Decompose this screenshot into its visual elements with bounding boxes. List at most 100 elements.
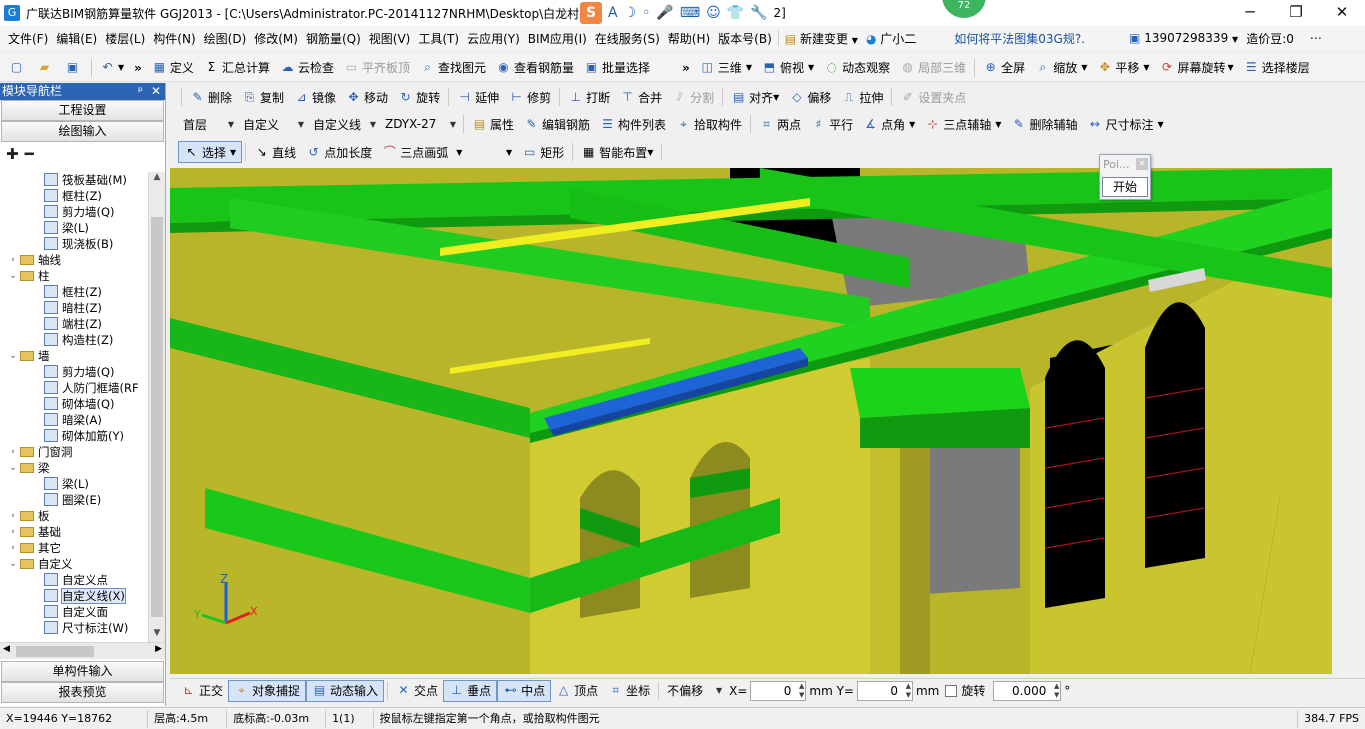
- toolbar-item-rotate-screen[interactable]: ⟳ 屏幕旋转 ▼: [1155, 57, 1239, 79]
- toolbar-item-fullscreen[interactable]: ⊕ 全屏: [978, 57, 1030, 79]
- single-component-input-button[interactable]: 单构件输入: [1, 661, 164, 682]
- mirror-button[interactable]: ⊿ 镜像: [289, 86, 341, 108]
- parallel-axis-button[interactable]: ♯ 平行: [806, 113, 858, 135]
- trim-button[interactable]: ⊢ 修剪: [504, 86, 556, 108]
- tree-item[interactable]: 筏板基础(M): [0, 172, 148, 188]
- toolbar-item-zoom[interactable]: ⌕ 缩放 ▼: [1030, 57, 1092, 79]
- overflow-chevron[interactable]: »: [677, 57, 695, 79]
- tree-item[interactable]: 剪力墙(Q): [0, 364, 148, 380]
- tree-item[interactable]: 尺寸标注(W): [0, 620, 148, 636]
- toolbar-item-view-rebar[interactable]: ◉ 查看钢筋量: [491, 57, 579, 79]
- tree-folder[interactable]: › 门窗洞: [0, 444, 148, 460]
- menu-tools[interactable]: 工具(T): [414, 30, 463, 47]
- maximize-button[interactable]: ❐: [1273, 0, 1319, 26]
- tree-item[interactable]: 暗梁(A): [0, 412, 148, 428]
- scroll-up-icon[interactable]: ▲: [149, 172, 165, 186]
- close-icon[interactable]: ✕: [151, 83, 161, 100]
- tab-project-settings[interactable]: 工程设置: [1, 100, 164, 121]
- rotate-button[interactable]: ↻ 旋转: [393, 86, 445, 108]
- save-button[interactable]: ▣: [60, 57, 88, 79]
- expand-chevron-icon[interactable]: ›: [8, 252, 18, 268]
- ime-moon-icon[interactable]: ☽: [624, 5, 637, 21]
- tree-folder[interactable]: ⌄ 墙: [0, 348, 148, 364]
- menu-version[interactable]: 版本号(B): [714, 30, 776, 47]
- 3d-viewport[interactable]: Z X Y: [170, 168, 1332, 674]
- category-select[interactable]: 自定义 ▼: [238, 114, 308, 134]
- edit-rebar-button[interactable]: ✎ 编辑钢筋: [519, 113, 595, 135]
- close-button[interactable]: ✕: [1319, 0, 1365, 26]
- dynamic-input-toggle[interactable]: ▤ 动态输入: [306, 679, 385, 702]
- delete-button[interactable]: ✎ 删除: [185, 86, 237, 108]
- start-button[interactable]: 开始: [1102, 177, 1148, 197]
- tab-drawing-input[interactable]: 绘图输入: [1, 121, 164, 142]
- menu-rebar[interactable]: 钢筋量(Q): [302, 30, 365, 47]
- offset-mode-select[interactable]: 不偏移 ▼: [662, 681, 726, 701]
- two-point-axis-button[interactable]: ⌗ 两点: [754, 113, 806, 135]
- vertex-snap-toggle[interactable]: △ 顶点: [551, 680, 603, 702]
- new-file-button[interactable]: ▢: [4, 57, 32, 79]
- properties-button[interactable]: ▤ 属性: [467, 113, 519, 135]
- move-button[interactable]: ✥ 移动: [341, 86, 393, 108]
- score-badge[interactable]: 72: [942, 0, 986, 18]
- spinner-icon[interactable]: ▲ ▼: [906, 682, 911, 700]
- x-offset-input[interactable]: 0 ▲ ▼: [750, 680, 807, 701]
- collapse-chevron-icon[interactable]: ⌄: [8, 460, 18, 476]
- menu-file[interactable]: 文件(F): [4, 30, 52, 47]
- copy-button[interactable]: ⎘ 复制: [237, 86, 289, 108]
- undo-button[interactable]: ↶ ▼: [95, 57, 129, 79]
- scroll-down-icon[interactable]: ▼: [149, 628, 165, 642]
- ortho-toggle[interactable]: ⊾ 正交: [176, 680, 228, 702]
- tree-item[interactable]: 现浇板(B): [0, 236, 148, 252]
- toolbar-item-batch-select[interactable]: ▣ 批量选择: [579, 57, 655, 79]
- pin-icon[interactable]: ᵖ: [138, 83, 143, 100]
- collapse-chevron-icon[interactable]: ⌄: [8, 268, 18, 284]
- scroll-right-icon[interactable]: ▶: [155, 644, 162, 654]
- rotate-angle-input[interactable]: 0.000 ▲ ▼: [993, 680, 1062, 701]
- toolbar-item-top-view[interactable]: ⬒ 俯视 ▼: [757, 57, 819, 79]
- tree-item[interactable]: 圈梁(E): [0, 492, 148, 508]
- menu-cloud[interactable]: 云应用(Y): [463, 30, 524, 47]
- tree-item[interactable]: 自定义线(X): [0, 588, 148, 604]
- ime-toolbar[interactable]: S A ☽ ◦ 🎤 ⌨ ☺ 👕 🔧 2]: [580, 2, 786, 24]
- midpoint-snap-toggle[interactable]: ⊷ 中点: [497, 679, 552, 702]
- ime-mode-icon[interactable]: A: [608, 5, 618, 21]
- toolbar-item-cloud-check[interactable]: ☁ 云检查: [275, 57, 339, 79]
- coordinate-snap-toggle[interactable]: ⌗ 坐标: [603, 680, 655, 702]
- scroll-thumb[interactable]: [16, 646, 94, 657]
- tree-horizontal-scrollbar[interactable]: ◀ ▶: [0, 642, 165, 659]
- 3d-model-view[interactable]: Z X Y: [170, 168, 1332, 674]
- component-list-button[interactable]: ☰ 构件列表: [595, 113, 671, 135]
- delete-axis-button[interactable]: ✎ 删除辅轴: [1006, 113, 1082, 135]
- tree-folder[interactable]: › 基础: [0, 524, 148, 540]
- spinner-icon[interactable]: ▲ ▼: [799, 682, 804, 700]
- tree-folder[interactable]: ⌄ 自定义: [0, 556, 148, 572]
- user-account[interactable]: ▣ 13907298339 ▼: [1125, 31, 1242, 45]
- new-change-menu[interactable]: ▤ 新建变更 ▼: [781, 30, 862, 47]
- tree-item[interactable]: 砌体加筋(Y): [0, 428, 148, 444]
- tree-folder[interactable]: ⌄ 柱: [0, 268, 148, 284]
- menu-modify[interactable]: 修改(M): [250, 30, 302, 47]
- menu-draw[interactable]: 绘图(D): [200, 30, 251, 47]
- tree-item[interactable]: 暗柱(Z): [0, 300, 148, 316]
- tree-item[interactable]: 梁(L): [0, 220, 148, 236]
- extend-button[interactable]: ⊣ 延伸: [452, 86, 504, 108]
- collapse-chevron-icon[interactable]: ⌄: [8, 348, 18, 364]
- pick-component-button[interactable]: ⌖ 拾取构件: [671, 113, 747, 135]
- menu-more-icon[interactable]: ⋯: [1306, 31, 1326, 45]
- toolbar-item-pan[interactable]: ✥ 平移 ▼: [1092, 57, 1154, 79]
- report-preview-button[interactable]: 报表预览: [1, 682, 164, 703]
- tree-item[interactable]: 梁(L): [0, 476, 148, 492]
- three-point-arc-button[interactable]: ⌒ 三点画弧 ▼ ▼: [377, 141, 517, 163]
- spinner-icon[interactable]: ▲ ▼: [1054, 682, 1059, 700]
- expand-chevron-icon[interactable]: ›: [8, 508, 18, 524]
- help-link[interactable]: 如何将平法图集03G规?.: [950, 30, 1089, 47]
- close-icon[interactable]: ×: [1136, 158, 1148, 170]
- toolbar-item-3d[interactable]: ◫ 三维 ▼: [695, 57, 757, 79]
- tree-item[interactable]: 端柱(Z): [0, 316, 148, 332]
- merge-button[interactable]: ⊤ 合并: [615, 86, 667, 108]
- align-button[interactable]: ▤ 对齐 ▼: [726, 86, 784, 108]
- sogou-ime-icon[interactable]: S: [580, 2, 602, 24]
- tree-folder[interactable]: › 其它: [0, 540, 148, 556]
- menu-help[interactable]: 帮助(H): [664, 30, 714, 47]
- expand-chevron-icon[interactable]: ›: [8, 540, 18, 556]
